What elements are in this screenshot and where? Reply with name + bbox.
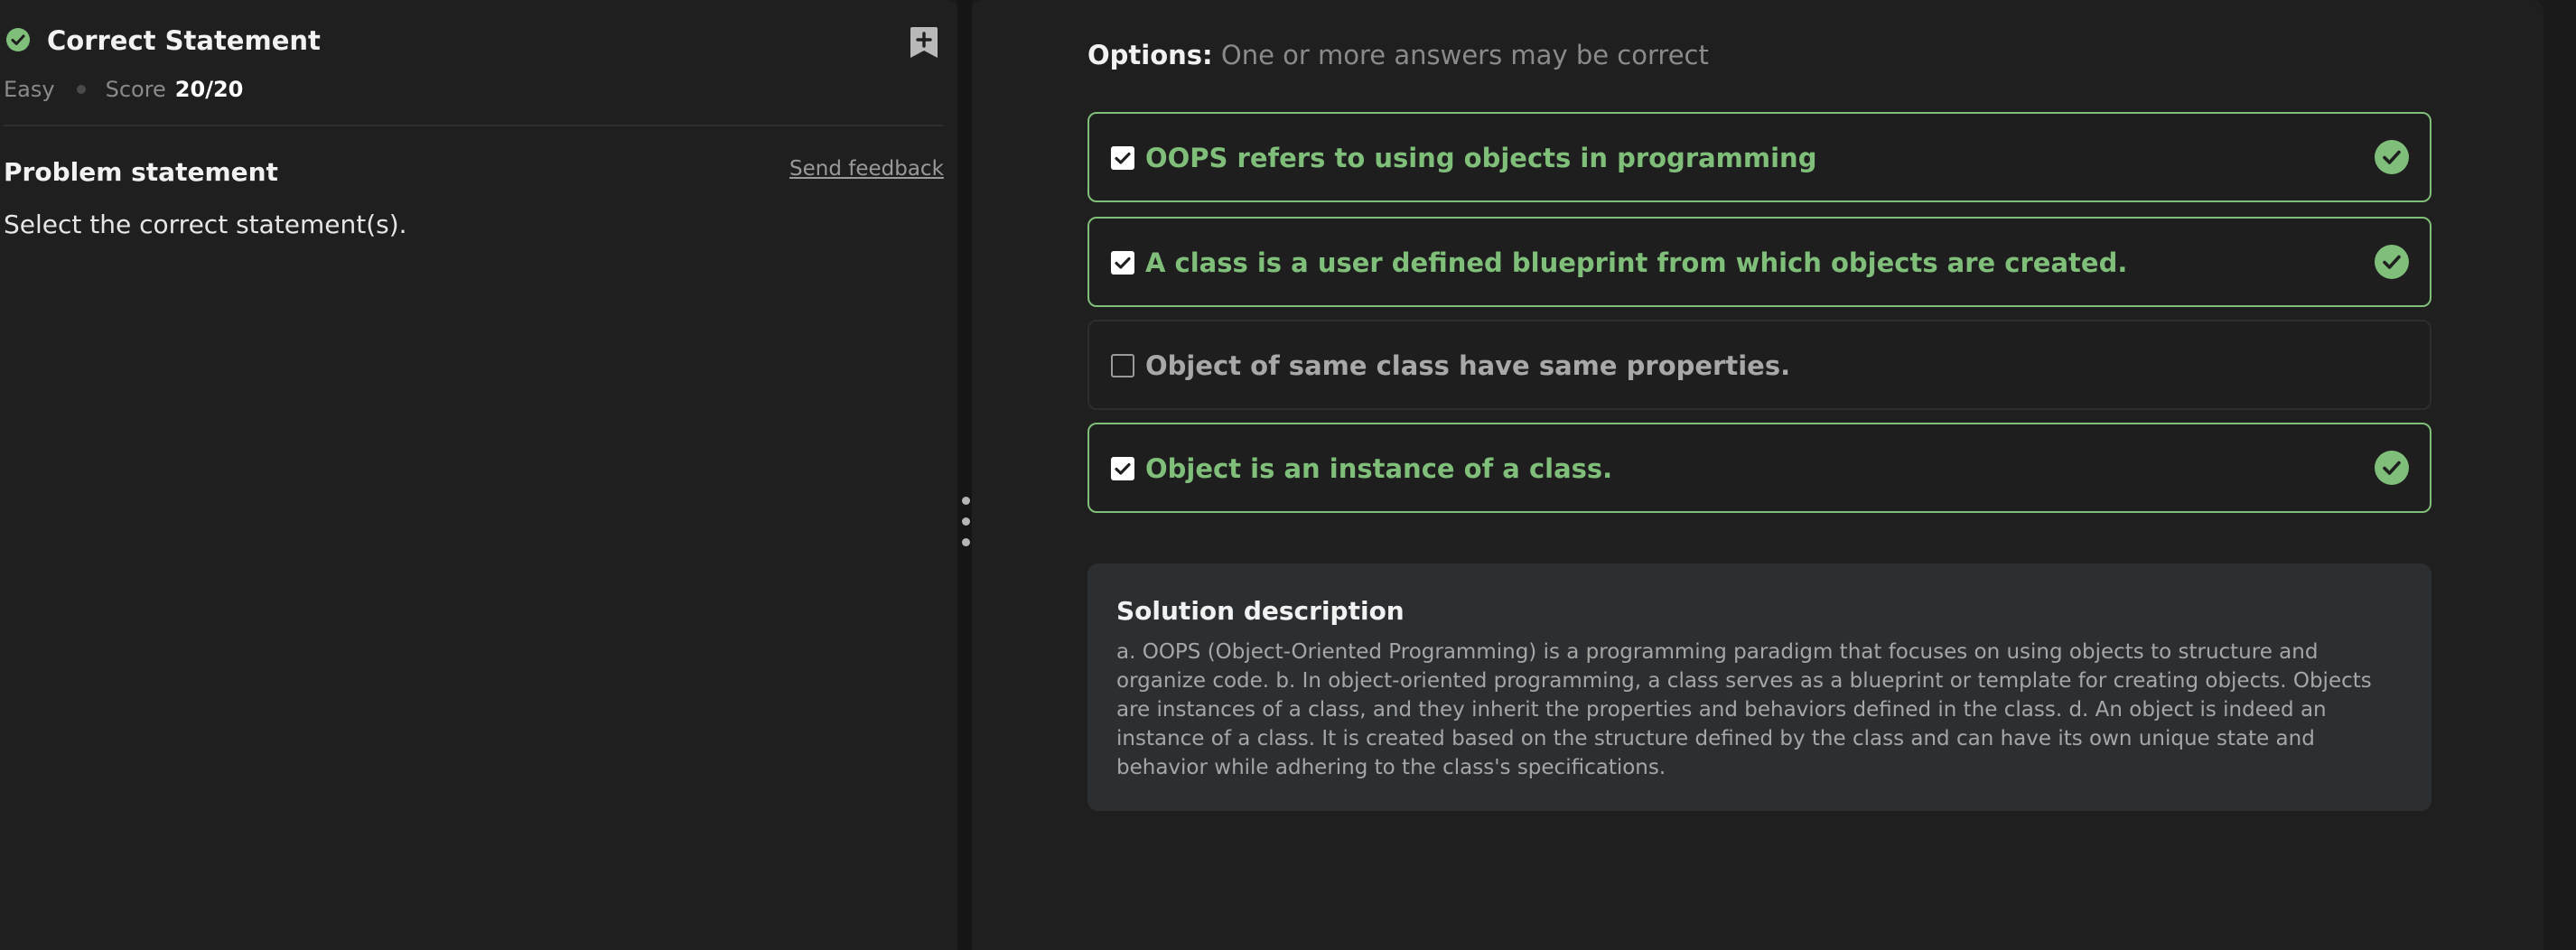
divider [4,125,943,126]
problem-panel: Correct Statement Easy Score 20/20 Probl… [0,0,957,950]
problem-meta: Easy Score 20/20 [4,74,243,105]
checkbox-checked-icon[interactable] [1111,146,1134,170]
option-text: Object is an instance of a class. [1145,453,1613,484]
solution-card: Solution description a. OOPS (Object-Ori… [1087,563,2431,811]
problem-title-row: Correct Statement [0,20,957,63]
difficulty-badge: Easy [4,77,55,102]
option-text: A class is a user defined blueprint from… [1145,247,2128,278]
checkbox-checked-icon[interactable] [1111,251,1134,275]
send-feedback-link[interactable]: Send feedback [789,157,944,181]
score-value: 20/20 [174,77,244,102]
solution-text: a. OOPS (Object-Oriented Programming) is… [1116,640,2372,779]
correct-check-icon [2375,140,2409,174]
check-circle-icon [6,28,30,51]
answer-panel: Options: One or more answers may be corr… [972,0,2543,950]
problem-statement-text: Select the correct statement(s). [4,210,407,239]
bookmark-add-icon[interactable] [909,25,939,60]
correct-check-icon [2375,451,2409,485]
problem-title: Correct Statement [47,25,321,56]
options-label: Options: [1087,40,1213,70]
drag-handle-dot [962,497,970,505]
problem-statement-heading: Problem statement [4,157,278,187]
option-item[interactable]: OOPS refers to using objects in programm… [1087,112,2431,202]
meta-separator-dot [76,85,86,94]
checkbox-unchecked-icon[interactable] [1111,354,1134,377]
correct-check-icon [2375,245,2409,279]
options-header: Options: One or more answers may be corr… [1087,40,1709,70]
option-item[interactable]: A class is a user defined blueprint from… [1087,217,2431,307]
app-root: Correct Statement Easy Score 20/20 Probl… [0,0,2576,950]
option-item[interactable]: Object is an instance of a class. [1087,423,2431,513]
option-text: OOPS refers to using objects in programm… [1145,143,1817,173]
panel-resize-handle[interactable] [957,0,972,950]
drag-handle-dot [962,517,970,526]
solution-title: Solution description [1116,596,1405,626]
checkbox-checked-icon[interactable] [1111,457,1134,480]
option-item[interactable]: Object of same class have same propertie… [1087,320,2431,410]
options-hint: One or more answers may be correct [1220,40,1709,70]
score-label: Score [105,77,166,102]
drag-handle-dot [962,538,970,546]
option-text: Object of same class have same propertie… [1145,350,1791,381]
